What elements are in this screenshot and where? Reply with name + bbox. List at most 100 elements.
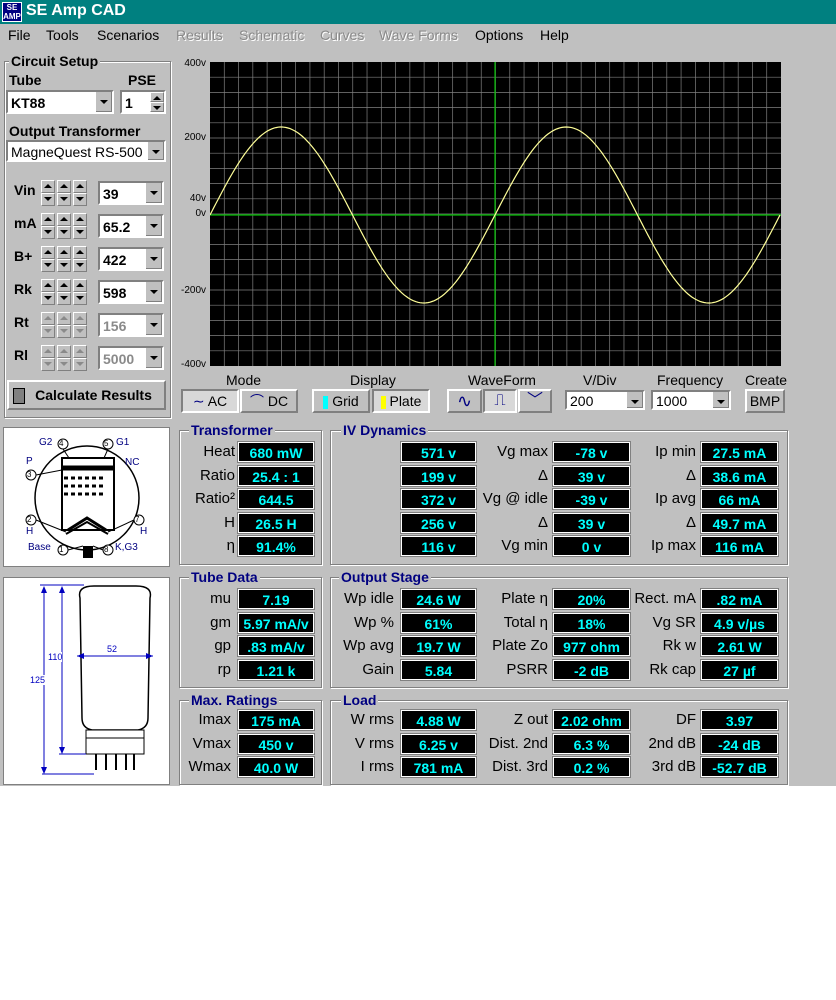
increment-arrow-icon[interactable] [73,180,87,193]
increment-arrow-icon[interactable] [57,180,71,193]
increment-arrow-icon[interactable] [57,312,71,325]
param-select[interactable]: 39 [98,181,164,205]
decrement-arrow-icon[interactable] [73,193,87,206]
decrement-arrow-icon[interactable] [73,226,87,239]
decrement-arrow-icon[interactable] [73,325,87,338]
pse-up-arrow-icon[interactable] [150,92,164,102]
readout-value: 25.4 : 1 [237,464,315,487]
increment-arrow-icon[interactable] [57,279,71,292]
pse-down-arrow-icon[interactable] [150,102,164,112]
menu-file[interactable]: File [8,27,31,43]
decrement-arrow-icon[interactable] [73,292,87,305]
menu-options[interactable]: Options [475,27,523,43]
mode-ac-button[interactable]: ∼ AC [181,389,239,413]
increment-arrow-icon[interactable] [41,246,55,259]
param-select[interactable]: 5000 [98,346,164,370]
increment-arrow-icon[interactable] [73,213,87,226]
output-transformer-value: MagneQuest RS-500 [11,144,143,160]
readout-label: Ratio² [194,490,235,507]
triangle-wave-button[interactable]: ﹀ [518,389,552,413]
decrement-arrow-icon[interactable] [41,193,55,206]
pse-stepper[interactable]: 1 [120,90,166,114]
ac-wave-icon: ∼ [192,393,205,409]
chevron-down-icon[interactable] [95,92,112,112]
readout-value: -24 dB [700,732,779,755]
chevron-down-icon[interactable] [712,392,729,408]
decrement-arrow-icon[interactable] [41,358,55,371]
increment-arrow-icon[interactable] [41,279,55,292]
increment-arrow-icon[interactable] [41,213,55,226]
increment-arrow-icon[interactable] [73,345,87,358]
increment-arrow-icon[interactable] [41,345,55,358]
decrement-arrow-icon[interactable] [73,358,87,371]
readout-value: 116 mA [700,535,779,557]
readout-value: 450 v [237,732,315,755]
increment-arrow-icon[interactable] [41,312,55,325]
readout-value: -78 v [552,441,631,463]
display-plate-button[interactable]: Plate [372,389,430,413]
display-grid-button[interactable]: Grid [312,389,370,413]
menu-wave-forms[interactable]: Wave Forms [379,27,458,43]
menu-curves[interactable]: Curves [320,27,364,43]
sine-wave-button[interactable]: ∿ [447,389,482,413]
readout-label: 2nd dB [648,734,696,752]
param-select[interactable]: 598 [98,280,164,304]
readout-label: Plate Zo [492,637,548,654]
tube-select[interactable]: KT88 [6,90,114,114]
vdiv-select[interactable]: 200 [565,390,645,410]
decrement-arrow-icon[interactable] [57,259,71,272]
output-transformer-select[interactable]: MagneQuest RS-500 [6,140,166,162]
increment-arrow-icon[interactable] [57,213,71,226]
plate-color-icon [380,395,386,409]
increment-arrow-icon[interactable] [57,246,71,259]
decrement-arrow-icon[interactable] [73,259,87,272]
decrement-arrow-icon[interactable] [41,259,55,272]
chevron-down-icon[interactable] [145,348,162,368]
decrement-arrow-icon[interactable] [57,325,71,338]
menu-scenarios[interactable]: Scenarios [97,27,159,43]
param-select[interactable]: 156 [98,313,164,337]
frequency-select[interactable]: 1000 [651,390,731,410]
decrement-arrow-icon[interactable] [57,226,71,239]
decrement-arrow-icon[interactable] [41,226,55,239]
menu-tools[interactable]: Tools [46,27,79,43]
decrement-arrow-icon[interactable] [41,292,55,305]
readout-label: Wmax [188,758,232,775]
chevron-down-icon[interactable] [145,183,162,203]
chevron-down-icon[interactable] [626,392,643,408]
decrement-arrow-icon[interactable] [41,325,55,338]
readout-label: Dist. 2nd [488,734,548,752]
param-select[interactable]: 65.2 [98,214,164,238]
increment-arrow-icon[interactable] [41,180,55,193]
chevron-down-icon[interactable] [145,315,162,335]
param-value: 65.2 [103,219,131,235]
menu-help[interactable]: Help [540,27,569,43]
menu-schematic[interactable]: Schematic [239,27,304,43]
h2-label: H [140,526,148,537]
decrement-arrow-icon[interactable] [57,193,71,206]
readout-value: 644.5 [237,488,315,510]
increment-arrow-icon[interactable] [57,345,71,358]
readout-label: Ratio [199,466,235,484]
readout-value: 781 mA [400,756,477,778]
readout-value: 39 v [552,464,631,487]
menu-results[interactable]: Results [176,27,223,43]
chevron-down-icon[interactable] [145,282,162,302]
pin-number: 7 [135,515,140,524]
chevron-down-icon[interactable] [145,216,162,236]
readout-label: I rms [360,758,394,775]
calculate-results-button[interactable]: Calculate Results [7,380,166,410]
chevron-down-icon[interactable] [147,142,164,160]
frequency-value: 1000 [656,393,688,409]
mode-dc-button[interactable]: ⌒ DC [240,389,298,413]
decrement-arrow-icon[interactable] [57,292,71,305]
param-select[interactable]: 422 [98,247,164,271]
increment-arrow-icon[interactable] [73,312,87,325]
chevron-down-icon[interactable] [145,249,162,269]
increment-arrow-icon[interactable] [73,279,87,292]
mode-label: Mode [226,372,262,388]
square-wave-button[interactable]: ⎍ [483,389,517,413]
increment-arrow-icon[interactable] [73,246,87,259]
decrement-arrow-icon[interactable] [57,358,71,371]
create-bmp-button[interactable]: BMP [745,389,785,413]
